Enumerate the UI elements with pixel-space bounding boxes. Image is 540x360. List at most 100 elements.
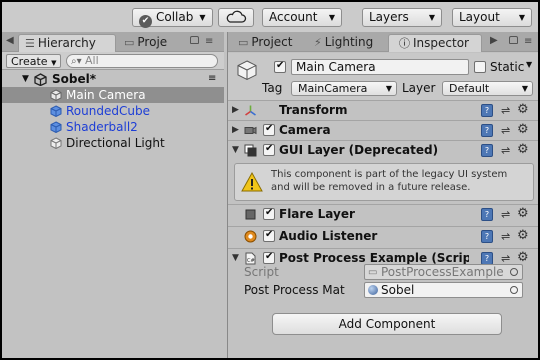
active-checkbox[interactable] xyxy=(274,60,286,73)
static-dropdown-icon[interactable]: ▼ xyxy=(526,60,532,69)
add-component-label: Add Component xyxy=(338,317,436,331)
static-checkbox[interactable] xyxy=(474,61,486,73)
help-book-icon[interactable]: ? xyxy=(481,230,493,243)
tab-project[interactable]: ▭ Project xyxy=(234,34,306,52)
preset-sliders-icon[interactable]: ⇌ xyxy=(501,208,510,221)
preset-sliders-icon[interactable]: ⇌ xyxy=(501,230,510,243)
component-transform[interactable]: ▶ Transform ? ⇌ ⚙ xyxy=(228,100,538,120)
component-audio-listener[interactable]: Audio Listener ? ⇌ ⚙ xyxy=(228,226,538,246)
hierarchy-item-shaderball2[interactable]: Shaderball2 xyxy=(2,119,224,135)
gear-icon[interactable]: ⚙ xyxy=(517,228,529,243)
panel-menu-icon[interactable]: ≡ xyxy=(524,36,532,47)
material-field[interactable]: Sobel xyxy=(364,282,523,298)
search-input[interactable]: ⌕▾ All xyxy=(66,54,218,68)
collab-label: Collab xyxy=(156,10,194,24)
collab-button[interactable]: ✔ Collab ▼ xyxy=(132,8,213,28)
layer-value: Default xyxy=(449,82,490,95)
gear-icon[interactable]: ⚙ xyxy=(517,122,529,137)
tab-hierarchy[interactable]: ☰ Hierarchy xyxy=(18,34,116,52)
help-book-icon[interactable]: ? xyxy=(481,208,493,221)
help-book-icon[interactable]: ? xyxy=(481,104,493,117)
gear-icon[interactable]: ⚙ xyxy=(517,142,529,157)
account-button[interactable]: Account ▼ xyxy=(262,8,342,27)
list-icon: ☰ xyxy=(25,37,35,50)
component-header-icons: ? ⇌ ⚙ xyxy=(481,122,533,138)
hierarchy-item-label: Directional Light xyxy=(66,136,165,150)
lock-icon[interactable] xyxy=(509,36,518,44)
scene-row[interactable]: ▼ Sobel* ≡ xyxy=(2,71,224,87)
help-book-icon[interactable]: ? xyxy=(481,124,493,137)
chevron-down-icon: ▼ xyxy=(51,59,57,67)
hierarchy-item-label: Shaderball2 xyxy=(66,120,138,134)
foldout-arrow-icon[interactable]: ▼ xyxy=(232,253,239,263)
panel-menu-icon[interactable]: ≡ xyxy=(205,36,213,47)
tab-hierarchy-label: Hierarchy xyxy=(37,36,96,50)
add-component-button[interactable]: Add Component xyxy=(272,313,502,335)
csharp-script-icon: C# xyxy=(245,252,256,265)
component-enabled-checkbox[interactable] xyxy=(263,123,275,136)
preset-sliders-icon[interactable]: ⇌ xyxy=(501,144,510,157)
check-circle-icon: ✔ xyxy=(139,15,152,28)
tag-dropdown[interactable]: MainCamera ▼ xyxy=(291,81,397,96)
hierarchy-item-roundedcube[interactable]: RoundedCube xyxy=(2,103,224,119)
layout-dropdown[interactable]: Layout ▼ xyxy=(452,8,532,27)
gear-icon[interactable]: ⚙ xyxy=(517,102,529,117)
component-gui-layer[interactable]: ▼ GUI Layer (Deprecated) ? ⇌ ⚙ xyxy=(228,140,538,160)
component-camera[interactable]: ▶ Camera ? ⇌ ⚙ xyxy=(228,120,538,140)
search-icon: ⌕▾ xyxy=(71,56,82,67)
gear-icon[interactable]: ⚙ xyxy=(517,250,529,265)
gui-layer-icon xyxy=(244,144,257,157)
expand-arrow-icon[interactable]: ▼ xyxy=(22,71,29,87)
foldout-arrow-icon[interactable]: ▶ xyxy=(232,105,239,115)
component-enabled-checkbox[interactable] xyxy=(263,207,275,220)
lock-icon[interactable] xyxy=(190,36,199,44)
scene-menu-icon[interactable]: ≡ xyxy=(208,71,216,87)
foldout-arrow-icon[interactable]: ▼ xyxy=(232,145,239,155)
chevron-down-icon: ▼ xyxy=(385,84,392,93)
script-label: Script xyxy=(244,265,279,279)
create-dropdown[interactable]: Create ▼ xyxy=(6,54,62,68)
preset-sliders-icon[interactable]: ⇌ xyxy=(501,124,510,137)
layers-dropdown[interactable]: Layers ▼ xyxy=(362,8,442,27)
prefab-cube-icon xyxy=(50,105,62,117)
object-picker-icon[interactable] xyxy=(510,286,518,294)
object-name-field[interactable]: Main Camera xyxy=(291,59,469,75)
component-header-icons: ? ⇌ ⚙ xyxy=(481,228,533,244)
main-toolbar: ✔ Collab ▼ Account ▼ Layers ▼ Layout ▼ xyxy=(2,2,538,32)
unity-editor-window: ✔ Collab ▼ Account ▼ Layers ▼ Layout ▼ ◀ ☰ Hie… xyxy=(0,0,540,360)
warning-message: This component is part of the legacy UI … xyxy=(271,169,508,193)
object-picker-icon xyxy=(510,268,518,276)
tab-lighting[interactable]: ⚡ Lighting xyxy=(314,34,384,52)
inspector-tab-strip: ▭ Project ⚡ Lighting ⓘ Inspector ▶ ≡ xyxy=(228,32,538,52)
hierarchy-item-main-camera[interactable]: Main Camera xyxy=(2,87,224,103)
scroll-left-icon[interactable]: ◀ xyxy=(6,35,14,46)
layers-label: Layers xyxy=(369,10,409,24)
lightbulb-icon: ⚡ xyxy=(314,36,322,49)
component-flare-layer[interactable]: Flare Layer ? ⇌ ⚙ xyxy=(228,204,538,224)
tab-project-left-label: Proje xyxy=(137,35,168,49)
component-header-icons: ? ⇌ ⚙ xyxy=(481,142,533,158)
tag-value: MainCamera xyxy=(298,82,368,95)
tab-project-left[interactable]: ▭ Proje xyxy=(124,34,170,52)
hierarchy-item-label: RoundedCube xyxy=(66,104,150,118)
component-enabled-checkbox[interactable] xyxy=(263,251,275,264)
tab-inspector[interactable]: ⓘ Inspector xyxy=(388,34,482,52)
component-enabled-checkbox[interactable] xyxy=(263,229,275,242)
layer-dropdown[interactable]: Default ▼ xyxy=(442,81,533,96)
help-book-icon[interactable]: ? xyxy=(481,144,493,157)
chevron-down-icon: ▼ xyxy=(518,13,525,22)
component-enabled-checkbox[interactable] xyxy=(263,143,275,156)
object-name: Main Camera xyxy=(296,60,376,74)
layer-label: Layer xyxy=(402,81,436,95)
component-title: GUI Layer (Deprecated) xyxy=(279,143,439,157)
scroll-right-icon[interactable]: ▶ xyxy=(490,35,498,46)
chevron-down-icon: ▼ xyxy=(428,13,435,22)
hierarchy-item-directional-light[interactable]: Directional Light xyxy=(2,135,224,151)
foldout-arrow-icon[interactable]: ▶ xyxy=(232,125,239,135)
script-field: ▭ PostProcessExample xyxy=(364,264,523,280)
cloud-button[interactable] xyxy=(218,8,254,27)
gear-icon[interactable]: ⚙ xyxy=(517,206,529,221)
svg-text:C#: C# xyxy=(247,258,255,264)
tab-project-label: Project xyxy=(251,35,293,49)
preset-sliders-icon[interactable]: ⇌ xyxy=(501,104,510,117)
